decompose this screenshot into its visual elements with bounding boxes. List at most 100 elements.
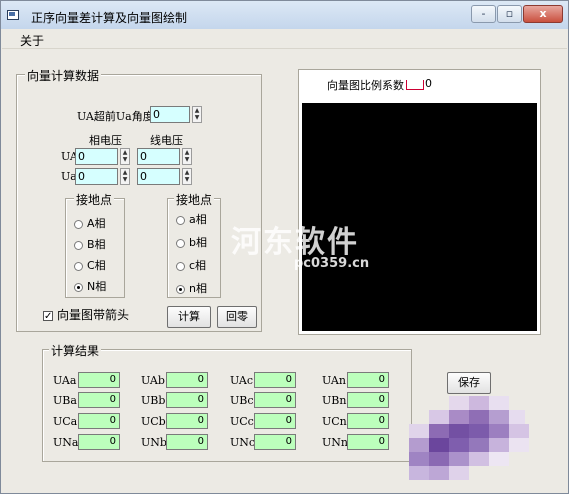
radio-dot[interactable] — [176, 238, 185, 248]
result-value: 0 — [78, 372, 120, 388]
result-label: UBn — [322, 394, 347, 407]
result-value: 0 — [347, 392, 389, 408]
phase-voltage-UA-arrows[interactable]: ▲ ▼ — [120, 148, 130, 165]
phase-voltage-header: 相电压 — [89, 134, 122, 147]
result-label: UAb — [141, 374, 165, 387]
radio-dot[interactable] — [74, 219, 83, 229]
phase-voltage-Ua[interactable]: 0 ▲ ▼ — [75, 168, 131, 185]
result-value: 0 — [78, 392, 120, 408]
phase-voltage-Ua-arrows[interactable]: ▲ ▼ — [120, 168, 130, 185]
result-value: 0 — [166, 392, 208, 408]
radio-label: N相 — [87, 280, 107, 293]
result-value: 0 — [166, 372, 208, 388]
calc-data-group: 向量计算数据 UA超前Ua角度 0 ▲ ▼ 相电压 线电压 UA 0 ▲ ▼ 0 ▲… — [16, 67, 262, 332]
phase-voltage-Ua-input[interactable]: 0 — [75, 168, 118, 185]
scale-label: 向量图比例系数 — [327, 79, 404, 92]
ground-point-left-group: 接地点 A相 B相 C相 N相 — [65, 191, 125, 298]
menu-item-about[interactable]: 关于 — [20, 32, 44, 49]
line-voltage-Ua-arrows[interactable]: ▲ ▼ — [182, 168, 192, 185]
radio-dot[interactable] — [176, 215, 185, 225]
radio-dot[interactable] — [74, 240, 83, 250]
line-voltage-header: 线电压 — [150, 134, 183, 147]
maximize-button[interactable]: ▫ — [497, 5, 522, 23]
result-value: 0 — [254, 413, 296, 429]
phase-voltage-UA[interactable]: 0 ▲ ▼ — [75, 148, 131, 165]
line-voltage-UA-input[interactable]: 0 — [137, 148, 180, 165]
result-label: UCn — [322, 415, 347, 428]
radio-ground-C[interactable]: C相 — [74, 257, 106, 273]
radio-label: C相 — [87, 259, 106, 272]
result-value: 0 — [347, 434, 389, 450]
vector-diagram-panel: 向量图比例系数 0 — [298, 69, 541, 335]
radio-label: a相 — [189, 213, 207, 226]
result-label: UNn — [322, 436, 348, 449]
result-legend: 计算结果 — [49, 342, 102, 359]
radio-label: A相 — [87, 217, 106, 230]
radio-ground-n[interactable]: n相 — [176, 280, 207, 296]
reset-button[interactable]: 回零 — [217, 306, 257, 328]
pixelated-overlay — [399, 396, 539, 481]
angle-spinner[interactable]: 0 ▲ ▼ — [150, 106, 202, 123]
menu-bar: 关于 — [2, 30, 567, 49]
scale-input[interactable] — [406, 80, 424, 90]
line-voltage-UA[interactable]: 0 ▲ ▼ — [137, 148, 193, 165]
result-label: UBb — [141, 394, 166, 407]
calc-data-legend: 向量计算数据 — [25, 67, 102, 84]
result-value: 0 — [166, 434, 208, 450]
result-group: 计算结果 UAa 0 UAb 0 UAc 0 UAn 0 UBa 0 UBb 0… — [42, 342, 412, 462]
app-icon — [7, 10, 19, 20]
radio-ground-N[interactable]: N相 — [74, 278, 106, 294]
phase-voltage-UA-input[interactable]: 0 — [75, 148, 118, 165]
window-title: 正序向量差计算及向量图绘制 — [31, 11, 188, 25]
angle-spin-arrows[interactable]: ▲ ▼ — [192, 106, 202, 123]
ground-point-left-legend: 接地点 — [74, 191, 115, 208]
result-label: UNa — [53, 436, 79, 449]
result-label: UBa — [53, 394, 77, 407]
result-label: UNc — [230, 436, 256, 449]
result-value: 0 — [254, 434, 296, 450]
save-button[interactable]: 保存 — [447, 372, 491, 394]
radio-label: c相 — [189, 259, 207, 272]
app-window: 正序向量差计算及向量图绘制 - ▫ x 关于 向量计算数据 UA超前Ua角度 0… — [0, 0, 569, 494]
result-label: UCc — [230, 415, 254, 428]
result-value: 0 — [78, 434, 120, 450]
close-button[interactable]: x — [523, 5, 563, 23]
arrow-checkbox[interactable]: ✓ 向量图带箭头 — [43, 306, 129, 323]
calculate-button[interactable]: 计算 — [167, 306, 211, 328]
checkbox-box[interactable]: ✓ — [43, 310, 53, 321]
radio-ground-b[interactable]: b相 — [176, 234, 207, 250]
result-value: 0 — [347, 372, 389, 388]
result-value: 0 — [78, 413, 120, 429]
ground-point-right-legend: 接地点 — [174, 191, 215, 208]
minimize-button[interactable]: - — [471, 5, 496, 23]
client-area: 向量计算数据 UA超前Ua角度 0 ▲ ▼ 相电压 线电压 UA 0 ▲ ▼ 0 ▲… — [9, 51, 559, 486]
title-bar[interactable]: 正序向量差计算及向量图绘制 - ▫ x — [1, 1, 568, 29]
result-label: UAc — [230, 374, 254, 387]
radio-ground-a[interactable]: a相 — [176, 211, 207, 227]
line-voltage-Ua[interactable]: 0 ▲ ▼ — [137, 168, 193, 185]
radio-dot[interactable] — [176, 261, 185, 271]
result-value: 0 — [347, 413, 389, 429]
radio-ground-A[interactable]: A相 — [74, 215, 106, 231]
result-label: UNb — [141, 436, 167, 449]
radio-label: B相 — [87, 238, 106, 251]
radio-dot-selected[interactable] — [176, 284, 185, 294]
result-label: UAa — [53, 374, 77, 387]
arrow-checkbox-label: 向量图带箭头 — [57, 308, 130, 322]
radio-dot-selected[interactable] — [74, 282, 83, 292]
result-label: UBc — [230, 394, 254, 407]
radio-ground-B[interactable]: B相 — [74, 236, 106, 252]
radio-label: n相 — [189, 282, 207, 295]
radio-ground-c[interactable]: c相 — [176, 257, 206, 273]
radio-label: b相 — [189, 236, 207, 249]
scale-value: 0 — [425, 77, 432, 90]
result-value: 0 — [254, 372, 296, 388]
result-label: UCa — [53, 415, 78, 428]
line-voltage-Ua-input[interactable]: 0 — [137, 168, 180, 185]
result-value: 0 — [254, 392, 296, 408]
angle-input[interactable]: 0 — [150, 106, 190, 123]
line-voltage-UA-arrows[interactable]: ▲ ▼ — [182, 148, 192, 165]
watermark-url: pc0359.cn — [294, 256, 370, 271]
angle-label: UA超前Ua角度 — [77, 110, 154, 123]
radio-dot[interactable] — [74, 261, 83, 271]
